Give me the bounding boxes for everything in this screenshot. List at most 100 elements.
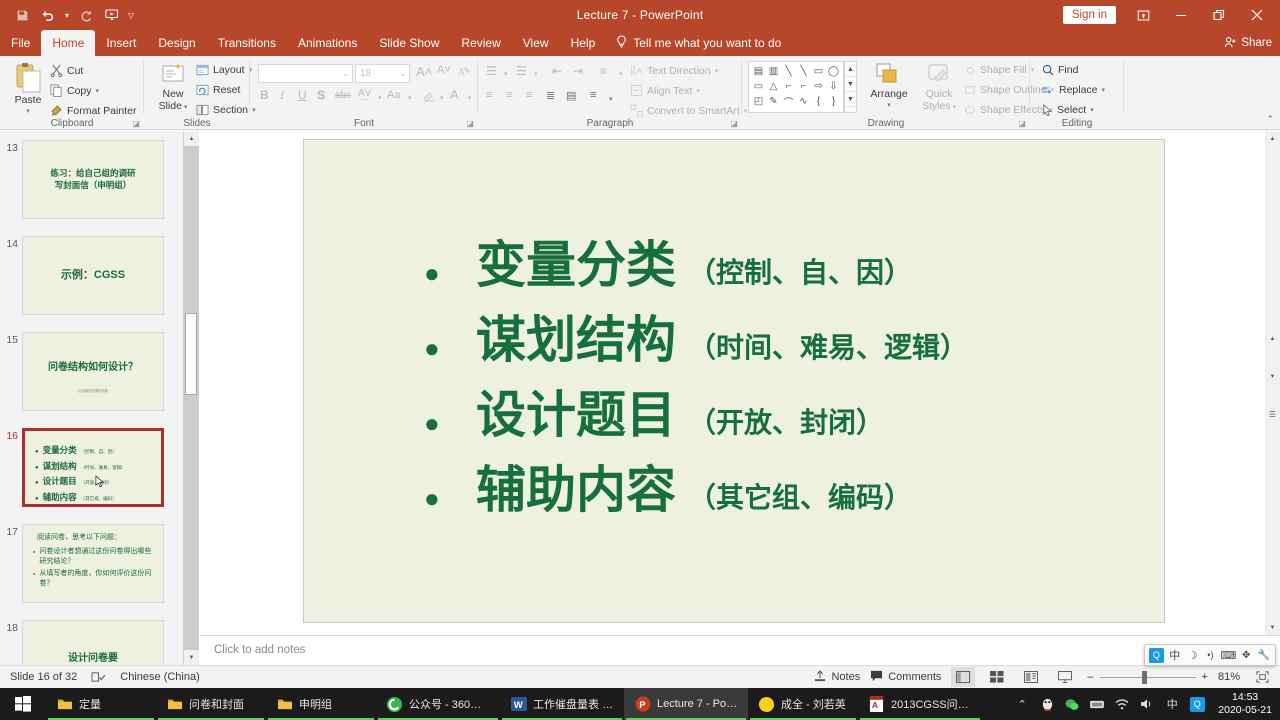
bullets-button[interactable]: ☰ [486,64,497,78]
comments-button[interactable]: Comments [870,670,941,685]
sogou-ime-logo-icon[interactable]: Q [1149,647,1164,663]
ime-toolbar[interactable]: Q 中 ☽ •) ⌨ ✥ 🔧 [1144,644,1276,666]
text-highlight-dropdown-icon[interactable]: ▾ [440,94,444,102]
reset-button[interactable]: Reset [196,84,240,96]
tab-design[interactable]: Design [147,30,206,56]
taskbar-item-browser[interactable]: 公众号 - 360安... [376,688,500,720]
customize-quick-access-toolbar-icon[interactable]: ▽ [126,11,136,20]
thumbnail-canvas-selected[interactable]: ● 变量分类 （控制、自、因） ● 谋划结构 （时间、难易、逻辑） ● 设计题目… [22,428,164,507]
fit-slide-to-window-icon[interactable] [1250,667,1274,687]
font-color-dropdown-icon[interactable]: ▾ [468,94,472,102]
sogou-tray-icon[interactable]: Q [1189,696,1205,712]
numbering-button[interactable]: ☰ [516,64,527,78]
replace-dropdown-icon[interactable]: ▾ [1102,86,1106,94]
convert-to-smartart-button[interactable]: Convert to SmartArt ▾ [630,104,747,117]
wechat-icon[interactable] [1064,698,1080,711]
minimize-icon[interactable] [1162,0,1200,30]
section-button[interactable]: Section ▾ [196,104,256,116]
bold-button[interactable]: B [260,88,269,102]
redo-icon[interactable] [74,3,98,27]
save-icon[interactable] [10,3,34,27]
bullets-dropdown-icon[interactable]: ▾ [504,70,508,78]
taskbar-item-powerpoint[interactable]: P Lecture 7 - Pow... [624,688,748,720]
thumbnail-canvas[interactable]: 练习：给自己组的调研 写封面信（申明组） [22,140,164,219]
font-dialog-launcher[interactable]: ◪ [466,119,474,128]
thumbnail-canvas[interactable]: 设计问卷要 [22,620,164,665]
shape-left-brace-icon[interactable]: { [811,94,826,109]
arrange-button[interactable]: Arrange ▾ [864,62,914,112]
slide-thumbnail-13[interactable]: 13 练习：给自己组的调研 写封面信（申明组） [0,140,183,219]
format-painter-button[interactable]: Format Painter [50,104,136,117]
tab-help[interactable]: Help [560,30,607,56]
tab-file[interactable]: File [0,30,41,56]
character-spacing-button[interactable]: A͜V [358,88,371,99]
strikethrough-button[interactable]: abc [335,90,351,101]
shape-triangle-icon[interactable]: △ [766,79,781,94]
voice-input-icon[interactable]: •) [1203,647,1217,663]
stage-scrollbar[interactable]: ▲ ▲ ▼ ☰ ▼ [1265,131,1280,635]
show-hidden-icons-chevron[interactable]: ⌃ [1014,698,1030,711]
layout-button[interactable]: Layout ▾ [196,64,252,76]
scroll-down-icon[interactable]: ▼ [1265,620,1280,635]
text-highlight-icon[interactable] [422,88,437,106]
slide-thumbnail-16[interactable]: 16 ● 变量分类 （控制、自、因） ● 谋划结构 （时间、难易、逻辑） ● 设… [0,428,183,507]
shapes-gallery-scroll[interactable]: ▲ ▼ ▼ [844,61,857,113]
change-case-dropdown-icon[interactable]: ▾ [408,94,412,102]
previous-slide-icon[interactable]: ▲ [1265,331,1280,346]
shapes-scroll-up-icon[interactable]: ▲ [845,62,856,77]
slide-thumbnail-15[interactable]: 15 问卷结构如何设计？ （引自第四次调查问卷） [0,332,183,411]
taskbar-clock[interactable]: 14:53 2020-05-21 [1214,691,1272,717]
share-button[interactable]: Share [1224,30,1272,56]
align-right-button[interactable]: ≡ [526,89,532,101]
align-center-button[interactable]: ≡ [506,89,512,101]
cut-button[interactable]: Cut [50,64,83,77]
collapse-ribbon-icon[interactable]: ⌃ [1266,114,1274,125]
drawing-dialog-launcher[interactable]: ◪ [1018,119,1026,128]
thumbnail-panel-scrollbar[interactable]: ▲ ▼ [184,131,199,665]
slide-body-placeholder[interactable]: ● 变量分类 （控制、自、因） ● 谋划结构 （时间、难易、逻辑） ● 设计题目… [424,240,1144,540]
spellcheck-icon[interactable] [91,671,106,683]
new-slide-dropdown-icon[interactable]: ▾ [182,104,188,111]
shape-arrow-icon[interactable]: ╲ [796,64,811,79]
shape-freeform-icon[interactable]: ✎ [766,94,781,109]
decrease-font-size-button[interactable]: A˅ [437,64,451,76]
replace-button[interactable]: abc Replace ▾ [1042,84,1105,96]
zoom-handle[interactable] [1141,670,1147,684]
windows-start-icon[interactable] [0,688,46,720]
shapes-more-icon[interactable]: ▼ [845,92,856,107]
tab-review[interactable]: Review [450,30,511,56]
paragraph-dialog-launcher[interactable]: ◪ [730,119,738,128]
text-shadow-button[interactable]: S [317,88,325,102]
copy-button[interactable]: Copy ▾ [50,84,99,97]
volume-icon[interactable] [1139,698,1155,710]
tell-me-box[interactable]: Tell me what you want to do [606,30,781,56]
align-left-button[interactable]: ≡ [486,89,492,101]
shape-chart-icon[interactable]: ▥ [766,64,781,79]
soft-keyboard-icon[interactable]: ⌨ [1220,647,1236,663]
thumbnail-canvas[interactable]: 问卷结构如何设计？ （引自第四次调查问卷） [22,332,164,411]
columns-button[interactable]: ▤ [566,89,576,102]
next-slide-icon[interactable]: ▼ [1265,369,1280,384]
find-button[interactable]: Find [1042,64,1078,76]
ribbon-display-options-icon[interactable] [1124,0,1162,30]
qq-penguin-icon[interactable] [1039,697,1055,711]
current-slide[interactable]: ● 变量分类 （控制、自、因） ● 谋划结构 （时间、难易、逻辑） ● 设计题目… [303,139,1165,623]
text-direction-button[interactable]: A Text Direction ▾ [630,64,718,77]
character-spacing-dropdown-icon[interactable]: ▾ [378,94,382,102]
shapes-scroll-down-icon[interactable]: ▼ [845,77,856,92]
scroll-down-icon[interactable]: ▼ [184,650,199,665]
shape-rect2-icon[interactable]: ▭ [751,79,766,94]
shape-arc-icon[interactable]: ⌒ [781,94,796,109]
paste-button[interactable]: Paste ▾ [6,62,50,118]
zoom-in-icon[interactable]: + [1202,671,1208,683]
zoom-level-label[interactable]: 81% [1218,671,1240,683]
shape-line-icon[interactable]: ╲ [781,64,796,79]
line-spacing-button[interactable]: ≡ [600,64,607,78]
scrollbar-thumb[interactable] [185,313,197,395]
notes-button[interactable]: Notes [814,669,860,685]
scroll-up-icon[interactable]: ▲ [1265,131,1280,146]
start-from-beginning-icon[interactable] [100,3,124,27]
clipboard-dialog-launcher[interactable]: ◪ [132,119,140,128]
zoom-track[interactable] [1099,670,1196,684]
thumbnail-canvas[interactable]: 示例：CGSS [22,236,164,315]
